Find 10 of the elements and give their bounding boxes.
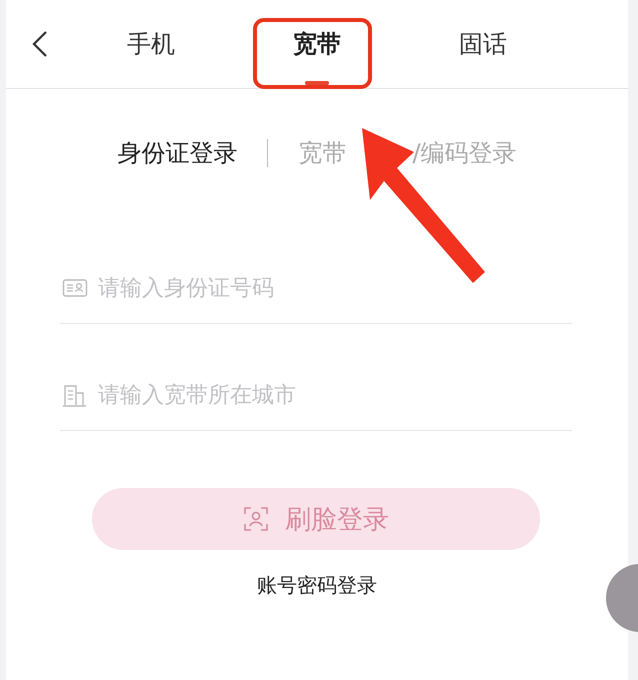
password-login-link[interactable]: 账号密码登录 bbox=[257, 572, 377, 599]
tab[interactable]: 固话 bbox=[400, 0, 566, 88]
input-field[interactable]: 请输入身份证号码 bbox=[98, 276, 572, 301]
building-icon bbox=[62, 382, 88, 408]
tab[interactable]: 宽带 bbox=[234, 0, 400, 88]
face-scan-icon bbox=[243, 506, 269, 532]
login-mode-tab[interactable]: 身份证登录 bbox=[117, 137, 238, 169]
back-icon bbox=[32, 30, 48, 58]
tab[interactable]: 手机 bbox=[68, 0, 234, 88]
input-field[interactable]: 请输入宽带所在城市 bbox=[98, 383, 572, 408]
